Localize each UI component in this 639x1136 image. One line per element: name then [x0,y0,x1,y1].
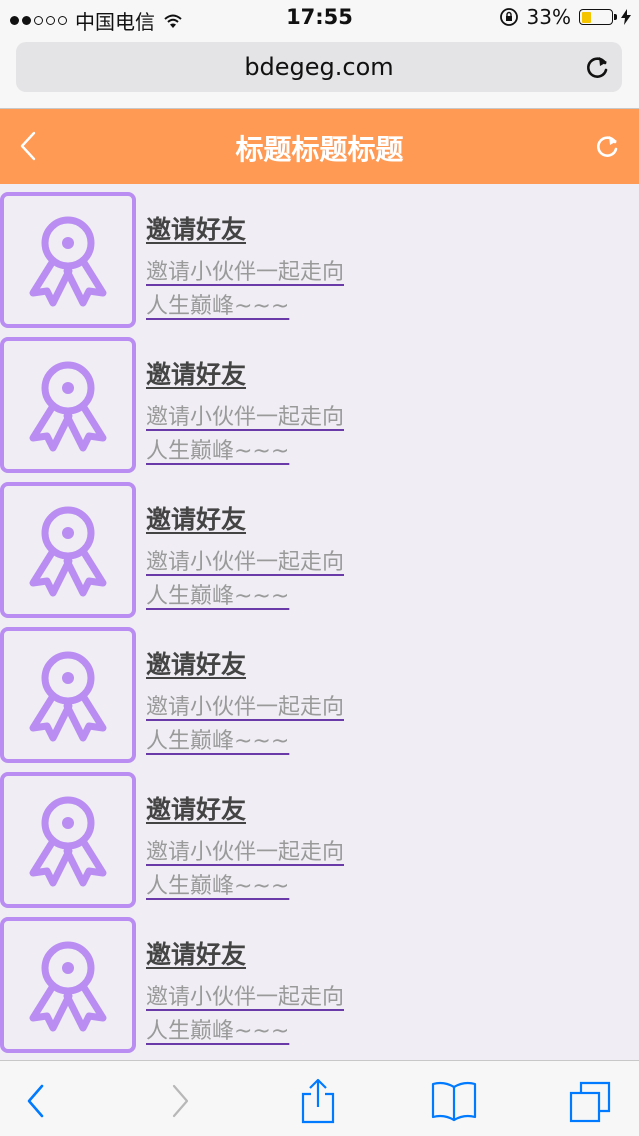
item-description[interactable]: 邀请小伙伴一起走向人生巅峰~~~ [146,256,346,324]
list-item[interactable]: 邀请好友 邀请小伙伴一起走向人生巅峰~~~ [0,627,639,772]
list-item[interactable]: 邀请好友 邀请小伙伴一起走向人生巅峰~~~ [0,917,639,1062]
toolbar-back-button[interactable] [12,1079,60,1123]
forward-icon [172,1084,189,1118]
award-ribbon-icon [29,216,107,307]
orientation-lock-icon [499,8,518,26]
list-item[interactable]: 邀请好友 邀请小伙伴一起走向人生巅峰~~~ [0,482,639,627]
share-icon [301,1078,335,1124]
toolbar-bookmarks-button[interactable] [430,1079,478,1123]
item-title[interactable]: 邀请好友 [146,790,246,826]
toolbar-tabs-button[interactable] [566,1079,614,1123]
thumbnail [0,337,136,473]
invite-list: 邀请好友 邀请小伙伴一起走向人生巅峰~~~ 邀请好友 邀请小伙伴一起走向人生巅峰… [0,192,639,1062]
url-text: bdegeg.com [244,53,394,81]
tabs-icon [569,1081,611,1123]
list-item[interactable]: 邀请好友 邀请小伙伴一起走向人生巅峰~~~ [0,337,639,482]
back-icon [27,1084,44,1118]
toolbar-forward-button[interactable] [156,1079,204,1123]
refresh-icon[interactable] [593,131,623,161]
thumbnail [0,482,136,618]
item-title[interactable]: 邀请好友 [146,645,246,681]
award-ribbon-icon [29,361,107,452]
award-ribbon-icon [29,651,107,742]
battery-percent: 33% [526,5,571,29]
item-title[interactable]: 邀请好友 [146,935,246,971]
toolbar-share-button[interactable] [294,1078,342,1124]
item-description[interactable]: 邀请小伙伴一起走向人生巅峰~~~ [146,401,346,469]
reload-icon[interactable] [584,53,612,81]
item-title[interactable]: 邀请好友 [146,355,246,391]
item-title[interactable]: 邀请好友 [146,210,246,246]
app-header: 标题标题标题 [0,109,639,184]
item-title[interactable]: 邀请好友 [146,500,246,536]
award-ribbon-icon [29,506,107,597]
thumbnail [0,627,136,763]
battery-icon [579,9,617,25]
item-description[interactable]: 邀请小伙伴一起走向人生巅峰~~~ [146,546,346,614]
browser-address-bar: bdegeg.com [0,36,639,109]
thumbnail [0,192,136,328]
bookmarks-icon [431,1081,477,1122]
thumbnail [0,772,136,908]
item-description[interactable]: 邀请小伙伴一起走向人生巅峰~~~ [146,836,346,904]
award-ribbon-icon [29,941,107,1032]
browser-toolbar [0,1060,639,1136]
status-bar: 中国电信 17:55 33% [0,0,639,36]
thumbnail [0,917,136,1053]
award-ribbon-icon [29,796,107,887]
charging-bolt-icon [621,9,631,25]
page-title: 标题标题标题 [235,133,404,166]
list-item[interactable]: 邀请好友 邀请小伙伴一起走向人生巅峰~~~ [0,772,639,917]
url-field[interactable]: bdegeg.com [16,42,622,92]
item-description[interactable]: 邀请小伙伴一起走向人生巅峰~~~ [146,691,346,759]
status-right: 33% [499,5,631,29]
item-description[interactable]: 邀请小伙伴一起走向人生巅峰~~~ [146,981,346,1049]
list-item[interactable]: 邀请好友 邀请小伙伴一起走向人生巅峰~~~ [0,192,639,337]
